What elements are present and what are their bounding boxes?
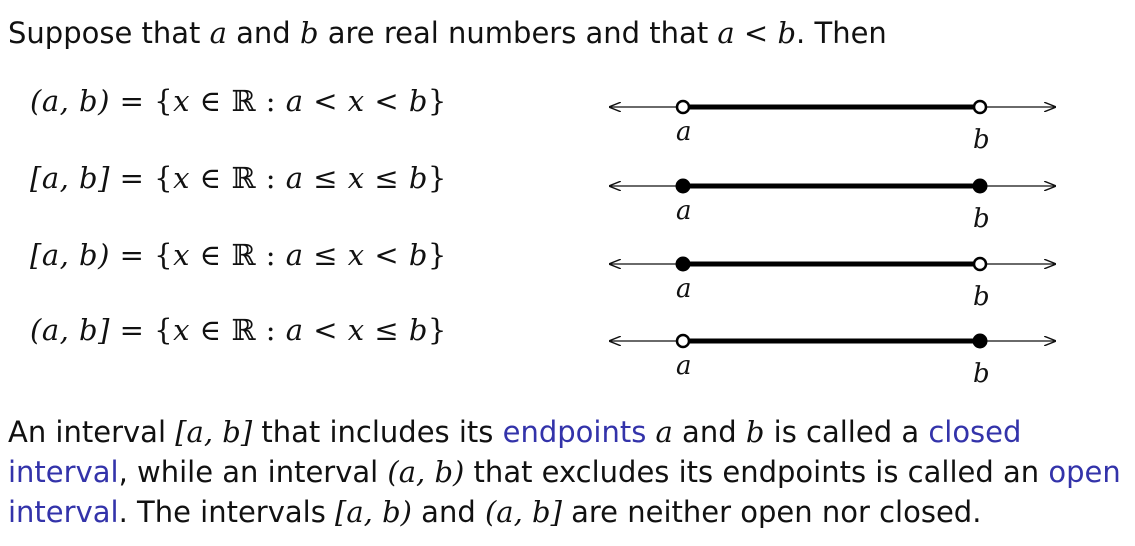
label-a: a — [676, 274, 692, 304]
var-b: b — [745, 415, 765, 449]
text: An interval — [8, 415, 176, 449]
math-half-open-left: (a, b] — [484, 495, 562, 529]
math-closed-interval: [a, b] — [175, 415, 253, 449]
endpoint-a-dot-filled — [675, 178, 691, 194]
endpoint-b-dot-filled — [972, 333, 988, 349]
number-line-4: ab — [610, 333, 1055, 389]
text: , while an interval — [118, 455, 388, 489]
text: . The intervals — [118, 495, 336, 529]
number-line-3: ab — [610, 256, 1055, 312]
endpoint-b-dot-open — [972, 256, 988, 272]
endpoints-link[interactable]: endpoints — [503, 415, 647, 449]
endpoint-b-dot-open — [972, 99, 988, 115]
explanation-paragraph: An interval [a, b] that includes its end… — [8, 412, 1128, 532]
endpoint-a-dot-open — [675, 333, 691, 349]
text: that includes its — [252, 415, 503, 449]
label-a: a — [676, 351, 692, 381]
var-a: a — [655, 415, 673, 449]
number-line-2: ab — [610, 178, 1055, 234]
label-b: b — [973, 204, 990, 234]
endpoint-a-dot-filled — [675, 256, 691, 272]
label-a: a — [676, 196, 692, 226]
text: and — [672, 415, 746, 449]
slide: Suppose that a and b are real numbers an… — [0, 0, 1135, 546]
label-b: b — [973, 359, 990, 389]
endpoint-b-dot-filled — [972, 178, 988, 194]
math-open-interval: (a, b) — [387, 455, 465, 489]
text: are neither open nor closed. — [561, 495, 982, 529]
text: is called a — [764, 415, 929, 449]
text: and — [411, 495, 485, 529]
endpoint-a-dot-open — [675, 99, 691, 115]
label-b: b — [973, 125, 990, 155]
text — [646, 415, 655, 449]
text: that excludes its endpoints is called an — [464, 455, 1049, 489]
label-a: a — [676, 117, 692, 147]
math-half-open-right: [a, b) — [335, 495, 412, 529]
label-b: b — [973, 282, 990, 312]
number-line-1: ab — [610, 99, 1055, 155]
